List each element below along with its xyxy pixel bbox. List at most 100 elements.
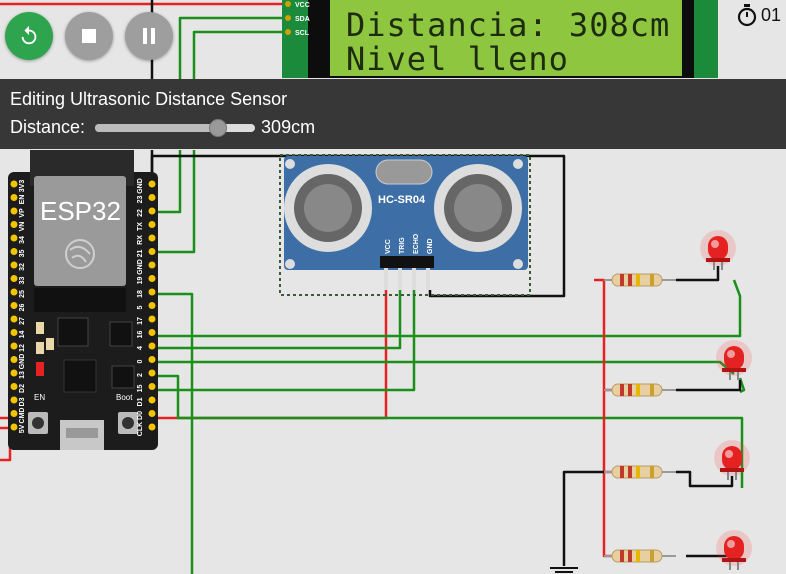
esp32-right-pin[interactable] [148,275,156,282]
esp32-right-pin-label: 16 [137,331,144,339]
esp32-right-pin[interactable] [148,329,156,336]
stop-icon [82,29,96,43]
esp32-right-pin[interactable] [148,221,156,228]
esp32-left-pin-label: EN [19,195,26,205]
boot-button[interactable] [118,412,138,434]
resistor[interactable] [604,549,676,563]
resistor[interactable] [604,465,676,479]
esp32-left-pin[interactable] [10,315,18,323]
distance-slider-thumb[interactable] [209,118,228,137]
esp32-left-pin[interactable] [10,302,18,309]
esp32-left-pin[interactable] [10,261,18,269]
esp32-left-pin[interactable] [10,194,18,201]
esp32-right-pin[interactable] [148,423,156,431]
esp32-right-pin-label: 4 [137,346,144,350]
esp32-left-pin-label: 33 [19,277,26,285]
esp32-right-pin[interactable] [148,383,156,390]
esp32-left-pin[interactable] [10,248,18,255]
esp32-left-pin-label: 14 [19,331,26,339]
restart-icon [21,25,37,45]
esp32-right-pin-label: 21 [137,250,144,258]
pause-button[interactable] [125,12,173,60]
en-label: EN [34,393,45,402]
esp32-left-pin-label: D3 [19,397,26,406]
esp32-right-pin[interactable] [148,261,156,269]
esp32-left-pin[interactable] [10,288,18,296]
stop-button[interactable] [65,12,113,60]
led[interactable] [716,530,752,570]
ultrasonic-sensor[interactable]: HC-SR04 VCC TRIG ECHO GND [279,154,531,296]
esp32-right-pin-label: GND [137,178,144,194]
esp32-left-pin[interactable] [10,396,18,404]
esp32-left-pin-label: 3V3 [19,180,26,193]
esp32-left-pin-label: 32 [19,263,26,271]
esp32-right-pin-label: CLK [137,422,144,436]
esp32-right-pin[interactable] [148,234,156,242]
esp32-right-pin[interactable] [148,342,156,350]
esp32-right-pin-label: D1 [137,397,144,406]
sensor-pin-echo: ECHO [413,233,420,254]
esp32-right-pin[interactable] [148,369,156,377]
edit-panel-title: Editing Ultrasonic Distance Sensor [10,89,288,109]
esp32-left-pin-label: 34 [19,236,26,244]
esp32-left-pin[interactable] [10,234,18,242]
usb-chip [63,359,97,393]
esp32-left-pin-label: D2 [19,384,26,393]
esp32-right-pin[interactable] [148,288,156,296]
esp32-left-pin[interactable] [10,356,18,363]
esp32-right-pin[interactable] [148,194,156,201]
esp32-left-pin[interactable] [10,207,18,215]
esp32-left-pin[interactable] [10,180,18,188]
esp32-right-pin-label: 23 [137,196,144,204]
transducer-left [284,164,372,252]
resistor[interactable] [604,383,676,397]
esp32-right-pin[interactable] [148,410,156,417]
esp32-left-pin[interactable] [10,342,18,350]
esp32-left-pin[interactable] [10,410,18,417]
resistor[interactable] [604,273,676,287]
lcd-pin-vcc: VCC [295,2,310,9]
esp32-left-pin-label: CMD [19,408,26,424]
esp32-label: ESP32 [40,196,121,226]
stopwatch-icon [737,4,757,27]
en-button[interactable] [28,412,48,434]
esp32-left-pin-label: 25 [19,290,26,298]
led[interactable] [700,230,736,270]
esp32-right-pin[interactable] [148,248,156,255]
led[interactable] [714,440,750,480]
esp32-right-pin-label: 19 [137,277,144,285]
lcd-pin-scl: SCL [295,30,310,37]
esp32-left-pin[interactable] [10,383,18,390]
distance-slider[interactable] [95,118,256,137]
edit-panel: Editing Ultrasonic Distance Sensor Dista… [0,79,786,149]
pause-icon [143,28,155,44]
ground-symbol [550,567,578,573]
esp32-left-pin[interactable] [10,275,18,282]
sensor-pin-vcc: VCC [385,239,392,254]
esp32-left-pin[interactable] [10,221,18,228]
esp32-board[interactable]: ESP32 EN Boot 3V3ENVPVN34353233252627141… [8,150,158,450]
restart-button[interactable] [5,12,53,60]
esp32-left-pin[interactable] [10,423,18,431]
esp32-right-pin[interactable] [148,315,156,323]
esp32-right-pin[interactable] [148,207,156,215]
led[interactable] [716,340,752,380]
esp32-right-pin[interactable] [148,180,156,188]
lcd-display[interactable]: Distancia: 308cm Nivel lleno VCC SDA SCL [282,0,718,78]
timer-value: 01 [761,4,782,25]
esp32-left-pin[interactable] [10,329,18,336]
esp32-left-pin[interactable] [10,369,18,377]
esp32-left-pin-label: 35 [19,250,26,258]
esp32-right-pin[interactable] [148,302,156,309]
sim-timer: 01 [736,3,781,27]
esp32-right-pin[interactable] [148,356,156,363]
lcd-line-2: Nivel lleno [346,40,569,78]
board-power-led [36,362,44,376]
transducer-right [434,164,522,252]
esp32-right-pin[interactable] [148,396,156,404]
esp32-left-pin-label: 12 [19,344,26,352]
esp32-left-pin-label: VN [19,222,26,232]
esp32-right-pin-label: 18 [137,290,144,298]
esp32-right-pin-label: RX [137,235,144,245]
distance-label: Distance: [10,117,86,137]
